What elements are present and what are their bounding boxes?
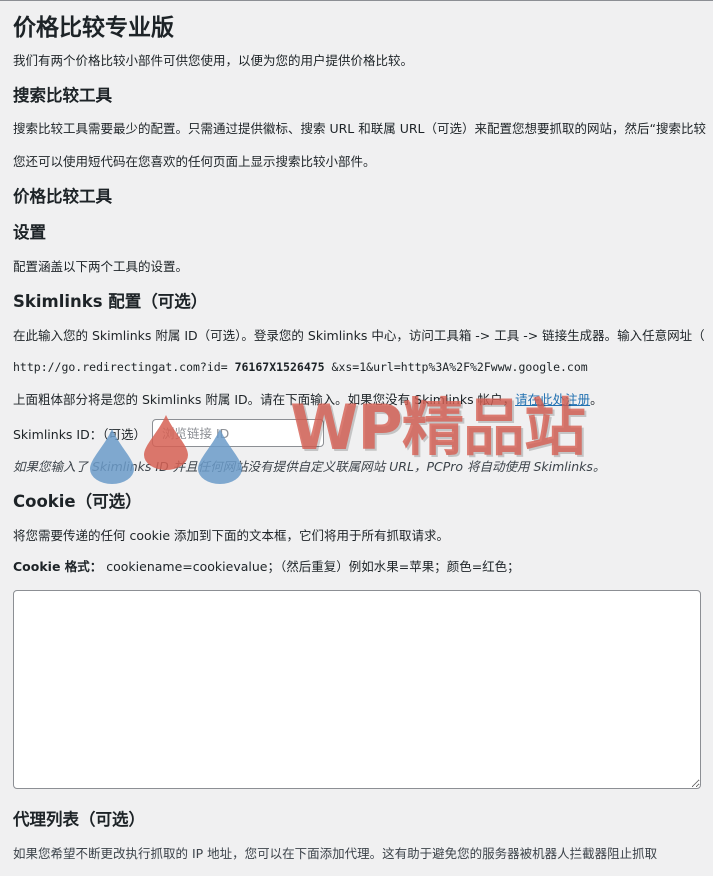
intro-text: 我们有两个价格比较小部件可供您使用，以便为您的用户提供价格比较。 <box>13 53 414 68</box>
settings-page: 价格比较专业版 我们有两个价格比较小部件可供您使用，以便为您的用户提供价格比较。… <box>0 13 713 864</box>
skimlinks-bold-note: 上面粗体部分将是您的 Skimlinks 附属 ID。请在下面输入。如果您没有 … <box>13 390 713 410</box>
page-title: 价格比较专业版 <box>13 15 174 41</box>
register-link[interactable]: 请在此处注册 <box>515 392 590 407</box>
proxy-desc: 如果您希望不断更改执行抓取的 IP 地址，您可以在下面添加代理。这有助于避免您的… <box>13 846 658 861</box>
bold-note-end: 。 <box>590 392 603 407</box>
cookie-format: Cookie 格式： cookiename=cookievalue；（然后重复）… <box>13 557 713 577</box>
skimlinks-desc: 在此输入您的 Skimlinks 附属 ID（可选）。登录您的 Skimlink… <box>13 328 705 343</box>
skimlinks-heading: Skimlinks 配置（可选） <box>13 292 208 311</box>
search-tool-heading: 搜索比较工具 <box>13 86 112 105</box>
skimlinks-id-label: Skimlinks ID：（可选） <box>13 426 146 442</box>
cookie-heading: Cookie（可选） <box>13 492 142 511</box>
url-prefix: http://go.redirectingat.com?id= <box>13 360 228 374</box>
settings-desc: 配置涵盖以下两个工具的设置。 <box>13 259 189 274</box>
cookie-desc: 将您需要传递的任何 cookie 添加到下面的文本框，它们将用于所有抓取请求。 <box>13 528 450 543</box>
settings-heading: 设置 <box>13 223 46 242</box>
cookie-textarea[interactable] <box>13 590 701 789</box>
bold-note-text: 上面粗体部分将是您的 Skimlinks 附属 ID。请在下面输入。如果您没有 … <box>13 392 516 407</box>
cookie-format-value: cookiename=cookievalue；（然后重复）例如水果=苹果；颜色=… <box>106 559 520 574</box>
price-tool-heading: 价格比较工具 <box>13 187 112 206</box>
skimlinks-example-url: http://go.redirectingat.com?id= 76167X15… <box>13 357 713 377</box>
skimlinks-id-row: Skimlinks ID：（可选） <box>13 419 713 447</box>
cookie-format-label: Cookie 格式： <box>13 559 103 574</box>
proxy-heading: 代理列表（可选） <box>13 810 145 829</box>
skimlinks-fallback-note: 如果您输入了 Skimlinks ID 并且任何网站没有提供自定义联属网站 UR… <box>13 459 606 474</box>
skimlinks-id-input[interactable] <box>151 419 324 447</box>
url-affiliate-id: 76167X1526475 <box>234 360 325 374</box>
search-tool-desc: 搜索比较工具需要最少的配置。只需通过提供徽标、搜索 URL 和联属 URL（可选… <box>13 121 706 136</box>
shortcode-note: 您还可以使用短代码在您喜欢的任何页面上显示搜索比较小部件。 <box>13 154 376 169</box>
url-suffix: &xs=1&url=http%3A%2F%2Fwww.google.com <box>331 360 588 374</box>
